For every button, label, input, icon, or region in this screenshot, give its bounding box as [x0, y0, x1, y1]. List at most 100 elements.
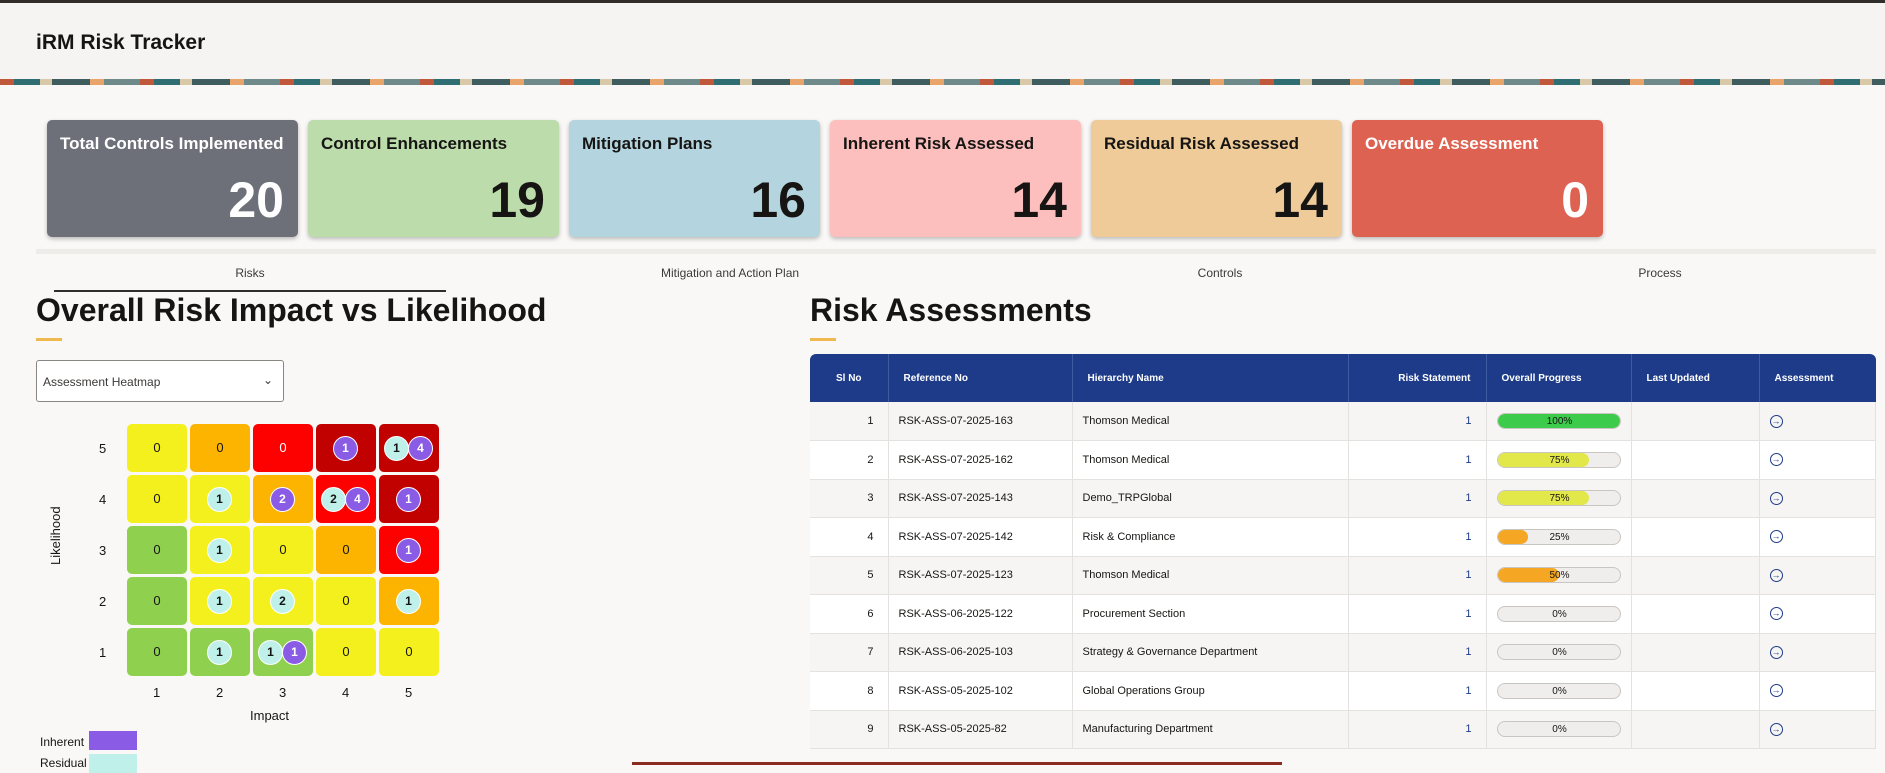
risk-statement-count[interactable]: 1 — [1348, 594, 1487, 634]
heatmap-cell[interactable]: 1 — [379, 475, 439, 523]
risk-statement-count[interactable]: 1 — [1348, 633, 1487, 672]
residual-bubble[interactable]: 1 — [207, 589, 232, 614]
open-assessment-icon[interactable]: → — [1769, 491, 1783, 505]
heatmap-cell[interactable]: 0 — [379, 628, 439, 676]
heatmap-cell[interactable]: 1 — [190, 577, 250, 625]
heatmap-cell[interactable]: 0 — [316, 577, 376, 625]
open-assessment-icon[interactable]: → — [1769, 684, 1783, 698]
heatmap-cell[interactable]: 11 — [253, 628, 313, 676]
summary-card[interactable]: Overdue Assessment 0 — [1352, 120, 1603, 237]
risk-statement-count[interactable]: 1 — [1348, 479, 1487, 518]
heatmap-cell[interactable]: 1 — [190, 628, 250, 676]
heatmap-cell-count: 0 — [405, 644, 413, 659]
heatmap-cell[interactable]: 0 — [127, 475, 187, 523]
residual-bubble[interactable]: 1 — [207, 640, 232, 665]
summary-card[interactable]: Inherent Risk Assessed 14 — [830, 120, 1081, 237]
summary-card[interactable]: Control Enhancements 19 — [308, 120, 559, 237]
table-row[interactable]: 7 RSK-ASS-06-2025-103 Strategy & Governanc… — [810, 633, 1876, 672]
heatmap-x-tick: 1 — [153, 685, 161, 700]
inherent-bubble[interactable]: 4 — [345, 487, 370, 512]
heatmap-x-tick: 3 — [279, 685, 287, 700]
table-row[interactable]: 2 RSK-ASS-07-2025-162 Thomson Medical 1 75% → — [810, 440, 1876, 480]
reference-no: RSK-ASS-07-2025-123 — [888, 556, 1073, 595]
heatmap-cell[interactable]: 0 — [127, 526, 187, 574]
col-risk-statement[interactable]: Risk Statement — [1348, 354, 1487, 402]
last-updated — [1631, 633, 1760, 672]
summary-card[interactable]: Residual Risk Assessed 14 — [1091, 120, 1342, 237]
inherent-bubble[interactable]: 1 — [282, 640, 307, 665]
col-overall-progress[interactable]: Overall Progress — [1486, 354, 1632, 402]
heatmap-cell[interactable]: 0 — [127, 628, 187, 676]
residual-bubble[interactable]: 2 — [321, 487, 346, 512]
heatmap-cell-count: 0 — [342, 644, 350, 659]
overall-progress: 25% — [1486, 517, 1632, 557]
heatmap-cell[interactable]: 0 — [316, 526, 376, 574]
progress-bar: 100% — [1496, 413, 1621, 429]
table-row[interactable]: 3 RSK-ASS-07-2025-143 Demo_TRPGlobal 1 75% → — [810, 479, 1876, 518]
heatmap-cell[interactable]: 0 — [253, 526, 313, 574]
open-assessment-icon[interactable]: → — [1769, 530, 1783, 544]
table-row[interactable]: 5 RSK-ASS-07-2025-123 Thomson Medical 1 50% → — [810, 556, 1876, 595]
open-assessment-icon[interactable]: → — [1769, 607, 1783, 621]
heatmap-cell[interactable]: 0 — [316, 628, 376, 676]
residual-bubble[interactable]: 1 — [396, 589, 421, 614]
heatmap-cell[interactable]: 1 — [190, 526, 250, 574]
heatmap-cell[interactable]: 1 — [190, 475, 250, 523]
col-last-updated[interactable]: Last Updated — [1631, 354, 1760, 402]
tab-process[interactable]: Process — [1620, 266, 1700, 280]
heatmap-cell[interactable]: 0 — [253, 424, 313, 472]
tab-mitigation-action-plan[interactable]: Mitigation and Action Plan — [640, 266, 820, 280]
risk-statement-count[interactable]: 1 — [1348, 402, 1487, 441]
table-row[interactable]: 4 RSK-ASS-07-2025-142 Risk & Compliance 1 25… — [810, 517, 1876, 557]
heatmap-cell[interactable]: 0 — [127, 424, 187, 472]
residual-bubble[interactable]: 2 — [270, 589, 295, 614]
summary-card[interactable]: Total Controls Implemented 20 — [47, 120, 298, 237]
col-sl-no[interactable]: Sl No — [810, 354, 889, 402]
risk-statement-count[interactable]: 1 — [1348, 671, 1487, 711]
last-updated — [1631, 402, 1760, 441]
open-assessment-icon[interactable]: → — [1769, 722, 1783, 736]
inherent-bubble[interactable]: 1 — [396, 538, 421, 563]
heatmap-x-label: Impact — [250, 708, 290, 723]
tab-risks[interactable]: Risks — [220, 266, 280, 280]
heatmap-cell[interactable]: 24 — [316, 475, 376, 523]
risk-statement-count[interactable]: 1 — [1348, 556, 1487, 595]
reference-no: RSK-ASS-07-2025-142 — [888, 517, 1073, 557]
heatmap-cell[interactable]: 14 — [379, 424, 439, 472]
residual-bubble[interactable]: 1 — [207, 487, 232, 512]
heatmap-cell[interactable]: 1 — [379, 526, 439, 574]
summary-card[interactable]: Mitigation Plans 16 — [569, 120, 820, 237]
heatmap-cell[interactable]: 0 — [190, 424, 250, 472]
inherent-bubble[interactable]: 1 — [396, 487, 421, 512]
app-title: iRM Risk Tracker — [36, 31, 206, 54]
heatmap-cell[interactable]: 1 — [316, 424, 376, 472]
col-reference-no[interactable]: Reference No — [888, 354, 1073, 402]
inherent-bubble[interactable]: 1 — [333, 436, 358, 461]
risk-statement-count[interactable]: 1 — [1348, 440, 1487, 480]
residual-bubble[interactable]: 1 — [258, 640, 283, 665]
table-row[interactable]: 8 RSK-ASS-05-2025-102 Global Operations Gr… — [810, 671, 1876, 711]
heatmap-cell-count: 0 — [153, 491, 161, 506]
inherent-bubble[interactable]: 2 — [270, 487, 295, 512]
col-hierarchy-name[interactable]: Hierarchy Name — [1072, 354, 1349, 402]
last-updated — [1631, 517, 1760, 557]
open-assessment-icon[interactable]: → — [1769, 453, 1783, 467]
table-row[interactable]: 6 RSK-ASS-06-2025-122 Procurement Section 1… — [810, 594, 1876, 634]
table-row[interactable]: 9 RSK-ASS-05-2025-82 Manufacturing Departm… — [810, 710, 1876, 749]
inherent-bubble[interactable]: 4 — [408, 436, 433, 461]
open-assessment-icon[interactable]: → — [1769, 645, 1783, 659]
heatmap-cell[interactable]: 0 — [127, 577, 187, 625]
risk-statement-count[interactable]: 1 — [1348, 517, 1487, 557]
open-assessment-icon[interactable]: → — [1769, 568, 1783, 582]
residual-bubble[interactable]: 1 — [207, 538, 232, 563]
risk-statement-count[interactable]: 1 — [1348, 710, 1487, 749]
open-assessment-icon[interactable]: → — [1769, 414, 1783, 428]
heatmap-cell[interactable]: 2 — [253, 475, 313, 523]
tab-controls[interactable]: Controls — [1180, 266, 1260, 280]
col-assessment[interactable]: Assessment — [1759, 354, 1876, 402]
residual-bubble[interactable]: 1 — [384, 436, 409, 461]
heatmap-select[interactable]: Assessment Heatmap ⌄ — [36, 360, 284, 402]
heatmap-cell[interactable]: 2 — [253, 577, 313, 625]
table-row[interactable]: 1 RSK-ASS-07-2025-163 Thomson Medical 1 100%… — [810, 402, 1876, 441]
heatmap-cell[interactable]: 1 — [379, 577, 439, 625]
